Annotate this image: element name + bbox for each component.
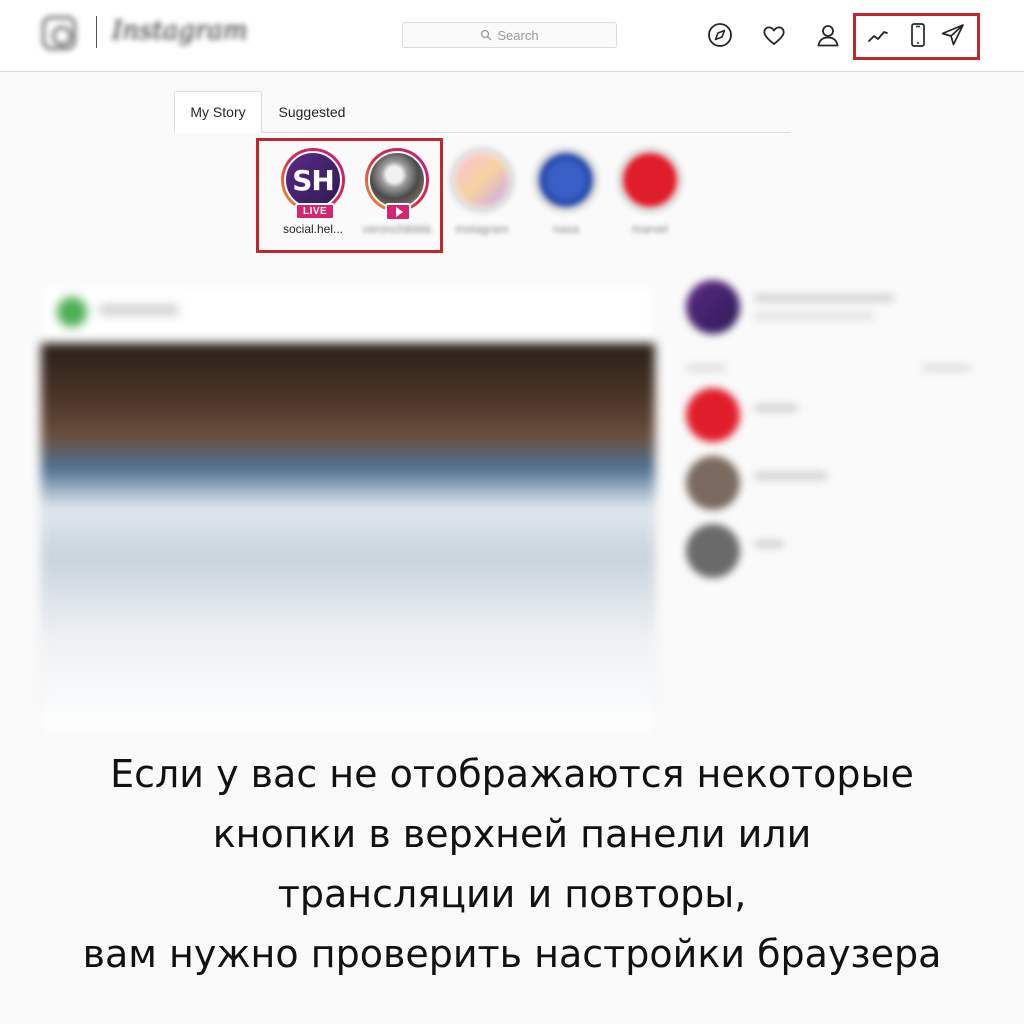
caption-line: Если у вас не отображаются некоторые [110, 752, 914, 796]
story-item-replay[interactable]: veronchikkkk [357, 148, 437, 236]
direct-send-icon[interactable] [940, 22, 966, 48]
story-username: social.hel... [282, 222, 344, 236]
story-username: nasa [552, 222, 580, 236]
profile-subtitle-placeholder [754, 312, 874, 320]
feed-post [40, 284, 656, 734]
watch-all-placeholder[interactable] [922, 364, 972, 372]
story-ring [618, 148, 682, 212]
compass-icon[interactable] [707, 22, 733, 48]
story-item-nasa[interactable]: nasa [526, 148, 606, 236]
avatar [621, 151, 679, 209]
stories-tabs: My Story Suggested [174, 91, 790, 133]
search-icon [481, 29, 492, 41]
avatar [453, 151, 511, 209]
story-item-social-helper[interactable]: SH LIVE social.hel... [273, 148, 353, 236]
avatar[interactable] [686, 524, 740, 578]
story-username: veronchikkkk [362, 222, 432, 236]
story-username: instagram [455, 222, 509, 236]
search-input[interactable]: Search [402, 22, 617, 48]
top-navigation-bar: Instagram Search [0, 0, 1024, 72]
logo-divider [96, 16, 97, 48]
search-placeholder: Search [497, 27, 539, 43]
caption-text: Если у вас не отображаются некоторые кно… [0, 744, 1024, 984]
post-username-placeholder[interactable] [99, 305, 179, 315]
stories-heading-placeholder [686, 364, 726, 372]
list-item [754, 540, 784, 548]
avatar: SH [284, 151, 342, 209]
story-username: marvel [631, 222, 668, 236]
live-badge: LIVE [295, 203, 336, 220]
avatar[interactable] [686, 280, 740, 334]
tab-suggested[interactable]: Suggested [270, 91, 354, 133]
list-item [754, 404, 798, 412]
instagram-camera-icon[interactable] [42, 16, 76, 50]
avatar[interactable] [686, 456, 740, 510]
avatar [537, 151, 595, 209]
caption-line: вам нужно проверить настройки браузера [82, 932, 942, 976]
heart-icon[interactable] [761, 22, 787, 48]
stats-icon[interactable] [866, 24, 890, 48]
profile-name-placeholder [754, 294, 894, 302]
play-icon [385, 203, 411, 221]
instagram-wordmark[interactable]: Instagram [112, 16, 248, 46]
story-item-instagram[interactable]: instagram [442, 148, 522, 236]
profile-icon[interactable] [815, 22, 841, 48]
post-image[interactable] [41, 343, 655, 733]
caption-line: трансляции и повторы, [277, 872, 747, 916]
avatar[interactable] [57, 297, 87, 327]
avatar[interactable] [686, 388, 740, 442]
list-item [754, 472, 828, 480]
avatar [368, 151, 426, 209]
story-item-marvel[interactable]: marvel [610, 148, 690, 236]
mobile-icon[interactable] [905, 22, 931, 48]
caption-line: кнопки в верхней панели или [212, 812, 812, 856]
story-ring [534, 148, 598, 212]
tab-my-story[interactable]: My Story [174, 91, 262, 133]
story-ring [450, 148, 514, 212]
